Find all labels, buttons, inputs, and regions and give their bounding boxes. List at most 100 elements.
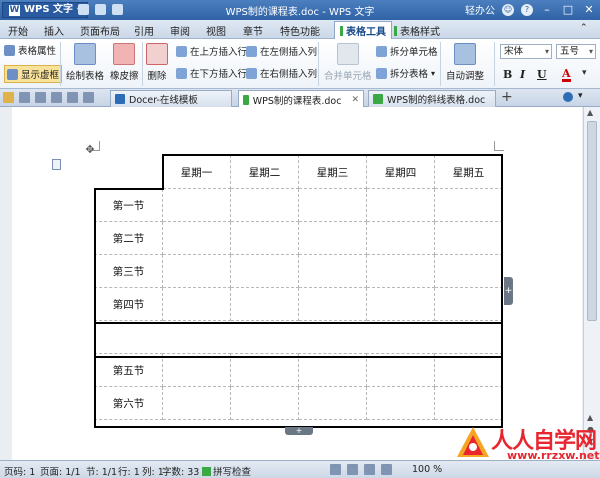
more-icon[interactable]: ▾ [582, 68, 587, 78]
period-label[interactable]: 第六节 [94, 386, 163, 420]
save-icon[interactable] [78, 4, 89, 15]
table-cell[interactable] [366, 287, 435, 321]
menu-review[interactable]: 审阅 [170, 23, 190, 38]
zoom-level[interactable]: 100 % [412, 464, 442, 475]
add-column-handle[interactable]: + [504, 277, 513, 305]
add-row-handle[interactable]: + [285, 427, 313, 435]
skin-icon[interactable]: ☺ [502, 3, 514, 16]
eraser-button[interactable]: 橡皮擦 [110, 43, 139, 82]
table-cell[interactable] [230, 221, 299, 255]
table-cell[interactable] [366, 221, 435, 255]
prev-page-icon[interactable]: ▲ [587, 413, 593, 422]
italic-button[interactable]: I [520, 68, 525, 81]
period-label[interactable]: 第二节 [94, 221, 163, 255]
vertical-scrollbar[interactable]: ▲ ▲ ● ▼ [583, 107, 600, 460]
status-page[interactable]: 页码: 1 [4, 464, 35, 478]
table-cell[interactable] [298, 353, 367, 387]
delete-button[interactable]: 删除 [146, 43, 168, 82]
page-view-icon[interactable] [330, 464, 341, 475]
period-label[interactable]: 第五节 [94, 353, 163, 387]
close-tab-icon[interactable]: ✕ [351, 95, 359, 105]
menu-view[interactable]: 视图 [206, 23, 226, 38]
table-cell[interactable] [366, 353, 435, 387]
help-icon[interactable]: ? [521, 3, 533, 16]
table-cell[interactable] [366, 188, 435, 222]
menu-section[interactable]: 章节 [243, 23, 263, 38]
undo-icon[interactable] [67, 92, 78, 103]
table-cell[interactable] [162, 254, 231, 288]
save-icon[interactable] [19, 92, 30, 103]
status-line[interactable]: 行: 1 [118, 464, 140, 478]
new-tab-button[interactable]: + [501, 90, 513, 104]
menu-page-layout[interactable]: 页面布局 [80, 23, 120, 38]
status-pages[interactable]: 页面: 1/1 [40, 464, 81, 478]
full-screen-icon[interactable] [347, 464, 358, 475]
undo-icon[interactable] [112, 4, 123, 15]
table-cell[interactable] [434, 287, 503, 321]
menu-special-features[interactable]: 特色功能 [280, 23, 320, 38]
period-label[interactable]: 第四节 [94, 287, 163, 321]
menu-references[interactable]: 引用 [134, 23, 154, 38]
redo-icon[interactable] [83, 92, 94, 103]
cloud-sync-icon[interactable] [563, 92, 573, 102]
table-cell[interactable] [230, 254, 299, 288]
table-cell[interactable] [230, 353, 299, 387]
spell-check-toggle[interactable]: 拼写检查 [202, 464, 251, 478]
merge-cells-button[interactable]: 合并单元格 [324, 43, 372, 82]
font-name-select[interactable]: 宋体 [500, 44, 552, 59]
day-header[interactable]: 星期一 [162, 155, 231, 189]
web-view-icon[interactable] [364, 464, 375, 475]
auto-fit-button[interactable]: 自动调整 [446, 43, 484, 82]
table-cell[interactable] [298, 221, 367, 255]
split-table-button[interactable]: 拆分表格 ▾ [376, 66, 435, 80]
menu-insert[interactable]: 插入 [44, 23, 64, 38]
split-cells-button[interactable]: 拆分单元格 [376, 44, 438, 58]
maximize-button[interactable]: □ [561, 3, 575, 17]
status-section[interactable]: 节: 1/1 [86, 464, 117, 478]
day-header[interactable]: 星期二 [230, 155, 299, 189]
table-cell[interactable] [162, 386, 231, 420]
day-header[interactable]: 星期三 [298, 155, 367, 189]
table-cell[interactable] [298, 287, 367, 321]
period-label[interactable]: 第一节 [94, 188, 163, 222]
table-cell[interactable] [434, 254, 503, 288]
day-header[interactable]: 星期五 [434, 155, 503, 189]
show-gridlines-toggle[interactable]: 显示虚框 [4, 65, 63, 83]
wps-app-menu-button[interactable]: W WPS 文字 ▾ [2, 2, 89, 18]
print-preview-icon[interactable] [51, 92, 62, 103]
table-cell[interactable] [298, 188, 367, 222]
table-cell[interactable] [230, 287, 299, 321]
lunch-break-row[interactable] [94, 320, 503, 354]
font-color-button[interactable]: A [562, 68, 571, 82]
insert-column-right-button[interactable]: 在右侧插入列 [246, 66, 317, 80]
doc-tab-docer[interactable]: Docer-在线模板 [110, 90, 232, 107]
table-cell[interactable] [230, 386, 299, 420]
tab-table-tools[interactable]: 表格工具 [334, 21, 392, 39]
day-header[interactable]: 星期四 [366, 155, 435, 189]
table-cell[interactable] [298, 386, 367, 420]
insert-row-below-button[interactable]: 在下方插入行 [176, 66, 247, 80]
account-label[interactable]: 轻办公 [465, 2, 495, 17]
table-cell[interactable] [434, 188, 503, 222]
insert-row-above-button[interactable]: 在上方插入行 [176, 44, 247, 58]
insert-column-left-button[interactable]: 在左侧插入列 [246, 44, 317, 58]
table-cell[interactable] [162, 221, 231, 255]
doc-tab-timetable[interactable]: WPS制的课程表.doc ✕ [238, 90, 364, 108]
print-icon[interactable] [95, 4, 106, 15]
table-cell[interactable] [162, 188, 231, 222]
scroll-up-icon[interactable]: ▲ [587, 108, 593, 117]
doc-tab-diagonal-table[interactable]: WPS制的斜线表格.doc [368, 90, 496, 107]
status-column[interactable]: 列: 1 [142, 464, 164, 478]
table-cell[interactable] [366, 386, 435, 420]
period-label[interactable]: 第三节 [94, 254, 163, 288]
ribbon-collapse-icon[interactable]: ⌃ [580, 23, 588, 33]
table-cell[interactable] [298, 254, 367, 288]
table-cell[interactable] [162, 287, 231, 321]
bold-button[interactable]: B [503, 68, 512, 81]
status-word-count[interactable]: 字数: 33 [162, 464, 199, 478]
table-properties-button[interactable]: 表格属性 [4, 43, 56, 57]
minimize-button[interactable]: – [540, 3, 554, 17]
reading-view-icon[interactable] [381, 464, 392, 475]
corner-cell[interactable] [94, 155, 163, 189]
font-size-select[interactable]: 五号 [556, 44, 596, 59]
